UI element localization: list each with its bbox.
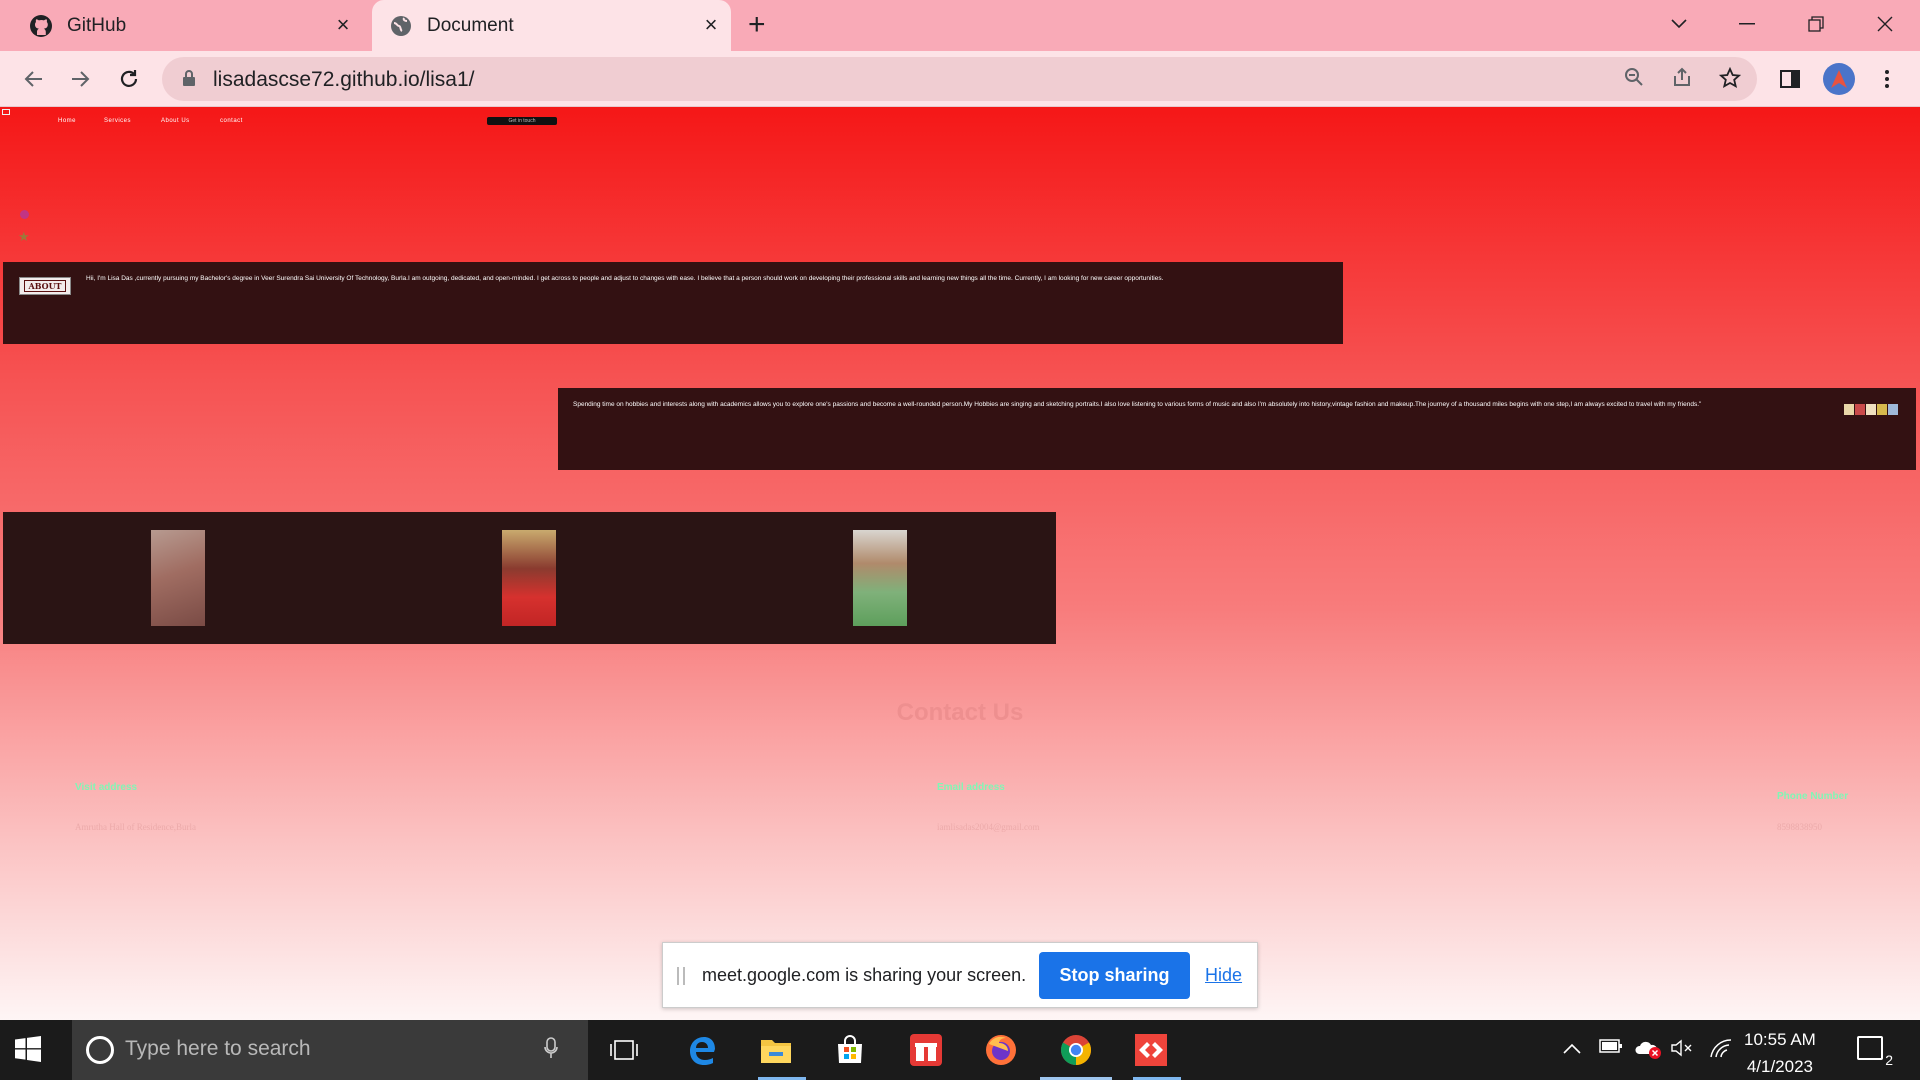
stop-sharing-button[interactable]: Stop sharing — [1039, 952, 1190, 999]
back-button[interactable] — [17, 63, 49, 95]
edge-icon[interactable] — [684, 1032, 720, 1068]
show-hidden-icons[interactable] — [1563, 1038, 1581, 1059]
close-tab-icon[interactable]: × — [699, 13, 723, 37]
hobby-thumb — [1888, 404, 1898, 415]
profile-avatar[interactable] — [1823, 63, 1855, 95]
photo-gallery — [3, 512, 1056, 644]
hobbies-section: Spending time on hobbies and interests a… — [558, 388, 1916, 470]
tab-search-icon[interactable] — [1659, 6, 1699, 42]
system-clock[interactable]: 10:55 AM 4/1/2023 — [1744, 1026, 1816, 1080]
clock-date: 4/1/2023 — [1746, 1057, 1813, 1076]
hobby-thumb — [1866, 404, 1876, 415]
search-placeholder: Type here to search — [125, 1037, 311, 1060]
tab-github[interactable]: GitHub × — [0, 0, 363, 51]
microphone-icon[interactable] — [544, 1037, 558, 1065]
nav-services[interactable]: Services — [104, 118, 131, 124]
zoom-icon[interactable] — [1622, 67, 1646, 91]
email-address-label: Email address — [937, 782, 1005, 793]
close-tab-icon[interactable]: × — [331, 13, 355, 37]
hobby-thumbnails — [1844, 404, 1898, 415]
hobby-thumb — [1844, 404, 1854, 415]
tab-title: Document — [427, 14, 514, 36]
wifi-icon[interactable] — [1709, 1038, 1733, 1063]
minimize-button[interactable] — [1727, 6, 1767, 42]
side-panel-icon[interactable] — [1774, 63, 1806, 95]
new-tab-button[interactable]: + — [748, 10, 766, 40]
file-explorer-icon[interactable] — [758, 1032, 794, 1068]
instagram-icon[interactable] — [20, 210, 29, 219]
screen-share-bar: meet.google.com is sharing your screen. … — [662, 942, 1258, 1008]
bookmark-star-icon[interactable] — [1718, 66, 1742, 91]
lock-icon[interactable] — [182, 69, 196, 92]
nav-home[interactable]: Home — [58, 118, 76, 124]
close-window-button[interactable] — [1865, 6, 1905, 42]
about-logo: ABOUT — [19, 277, 71, 295]
taskbar-search-box[interactable]: Type here to search — [72, 1020, 588, 1080]
task-view-icon[interactable] — [606, 1032, 642, 1068]
tab-document[interactable]: Document × — [372, 0, 731, 51]
get-in-touch-button[interactable]: Get in touch — [487, 117, 557, 125]
nav-contact[interactable]: contact — [220, 118, 243, 124]
volume-muted-icon[interactable] — [1670, 1038, 1694, 1063]
visit-address-label: Visit address — [75, 782, 138, 793]
about-section: ABOUT Hii, I'm Lisa Das ,currently pursu… — [3, 262, 1343, 344]
visit-address-value: Amrutha Hall of Residence,Burla — [75, 822, 196, 832]
windows-taskbar: Type here to search 10:55 AM 4/1/2023 2 — [0, 1020, 1920, 1080]
forward-button[interactable] — [65, 63, 97, 95]
reload-button[interactable] — [113, 63, 145, 95]
windows-start-icon[interactable] — [15, 1036, 41, 1067]
globe-icon — [389, 14, 413, 38]
share-icon[interactable] — [1670, 67, 1694, 91]
tab-title: GitHub — [67, 14, 127, 36]
gallery-photo-portrait — [502, 530, 556, 626]
battery-icon[interactable] — [1599, 1038, 1623, 1059]
notification-count: 2 — [1885, 1052, 1893, 1068]
hobby-thumb — [1877, 404, 1887, 415]
action-center-icon[interactable]: 2 — [1857, 1036, 1893, 1068]
url-text: lisadascse72.github.io/lisa1/ — [213, 68, 475, 91]
gallery-photo-hand — [151, 530, 205, 626]
restore-button[interactable] — [1796, 6, 1836, 42]
chrome-icon[interactable] — [1058, 1032, 1094, 1068]
browser-tab-strip: GitHub × Document × + — [0, 0, 1920, 51]
firefox-icon[interactable] — [983, 1032, 1019, 1068]
contact-title: Contact Us — [896, 699, 1024, 726]
hobbies-text: Spending time on hobbies and interests a… — [573, 401, 1702, 408]
menu-kebab-icon[interactable] — [1871, 63, 1903, 95]
about-text: Hii, I'm Lisa Das ,currently pursuing my… — [86, 275, 1164, 282]
phone-number-label: Phone Number — [1777, 791, 1849, 802]
address-bar[interactable]: lisadascse72.github.io/lisa1/ — [162, 57, 1757, 101]
broken-logo-image — [2, 109, 10, 115]
anydesk-icon[interactable] — [1133, 1032, 1169, 1068]
store-icon[interactable] — [832, 1032, 868, 1068]
gallery-photo-portrait — [853, 530, 907, 626]
browser-toolbar: lisadascse72.github.io/lisa1/ — [0, 51, 1920, 107]
onedrive-error-icon[interactable] — [1635, 1038, 1663, 1065]
clock-time: 10:55 AM — [1744, 1030, 1816, 1049]
cortana-icon — [86, 1036, 114, 1064]
drag-handle-icon[interactable] — [677, 967, 685, 985]
email-address-value[interactable]: iamlisadas2004@gmail.com — [937, 822, 1040, 832]
star-icon[interactable]: ★ — [18, 229, 30, 245]
hobby-thumb — [1855, 404, 1865, 415]
gift-app-icon[interactable] — [908, 1032, 944, 1068]
nav-about-us[interactable]: About Us — [161, 118, 190, 124]
page-viewport: Home Services About Us contact Get in to… — [0, 107, 1920, 1020]
phone-number-value: 8598838950 — [1777, 822, 1822, 832]
hide-link[interactable]: Hide — [1205, 965, 1242, 986]
share-message: meet.google.com is sharing your screen. — [702, 965, 1027, 985]
github-icon — [29, 14, 53, 38]
